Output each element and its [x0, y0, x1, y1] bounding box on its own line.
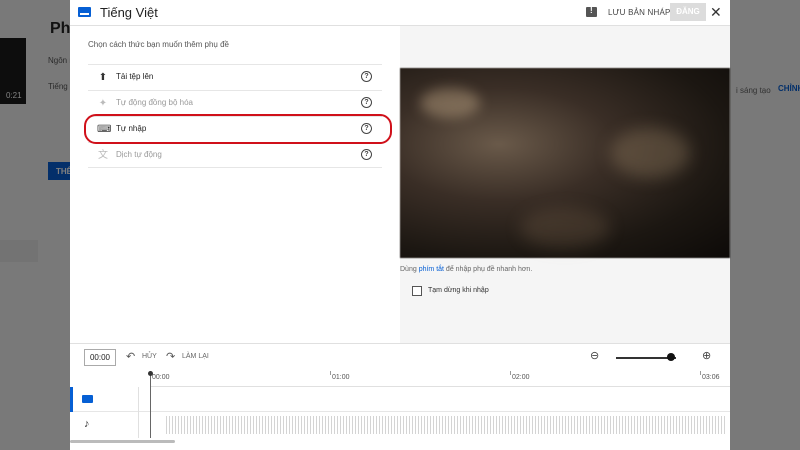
option-upload-file[interactable]: ⬆ Tải tệp lên ? — [88, 64, 382, 90]
timeline-tick: 03:06 — [700, 371, 720, 381]
video-blur — [610, 128, 690, 178]
dialog-title: Tiếng Việt — [100, 5, 158, 20]
current-time-input[interactable]: 00:00 — [84, 349, 116, 366]
close-icon[interactable]: ✕ — [710, 4, 722, 20]
method-prompt: Chọn cách thức bạn muốn thêm phụ đề — [88, 40, 229, 49]
undo-button[interactable]: HỦY — [142, 353, 157, 360]
video-preview[interactable] — [400, 68, 730, 258]
playhead[interactable] — [148, 371, 153, 438]
zoom-in-icon[interactable]: ⊕ — [702, 350, 711, 362]
option-auto-translate[interactable]: 文 Dịch tự động ? — [88, 142, 382, 168]
pause-checkbox[interactable] — [412, 286, 422, 296]
preview-panel: Dùng phím tắt để nhập phụ đề nhanh hơn. … — [400, 26, 730, 343]
help-icon[interactable]: ? — [361, 149, 372, 160]
audio-waveform — [166, 416, 726, 434]
auto-sync-icon: ✦ — [98, 98, 108, 109]
video-blur — [520, 208, 610, 248]
option-auto-sync[interactable]: ✦ Tự động đồng bộ hóa ? — [88, 90, 382, 116]
subtitles-icon — [78, 7, 91, 17]
editor-toolbar: 00:00 ↶ HỦY ↷ LÀM LẠI ⊖ ⊕ — [70, 343, 730, 371]
pause-label: Tạm dừng khi nhập — [428, 287, 489, 294]
method-panel: Chọn cách thức bạn muốn thêm phụ đề ⬆ Tả… — [70, 26, 400, 343]
timeline-tick: 01:00 — [330, 371, 350, 381]
subtitle-dialog: Tiếng Việt LƯU BẢN NHÁP ĐĂNG ✕ Chọn cách… — [70, 0, 730, 450]
option-label: Tải tệp lên — [116, 72, 154, 81]
help-icon[interactable]: ? — [361, 97, 372, 108]
timeline-ruler: 00:00 01:00 02:00 03:06 — [150, 371, 730, 387]
redo-icon[interactable]: ↷ — [166, 351, 175, 363]
upload-icon: ⬆ — [98, 72, 108, 83]
hint-suffix: để nhập phụ đề nhanh hơn. — [443, 266, 533, 273]
shortcuts-link[interactable]: phím tắt — [419, 266, 444, 273]
track-selected-indicator — [70, 387, 73, 412]
timeline-tick: 00:00 — [150, 371, 170, 381]
zoom-out-icon[interactable]: ⊖ — [590, 350, 599, 362]
dialog-header: Tiếng Việt LƯU BẢN NHÁP ĐĂNG ✕ — [70, 0, 730, 26]
save-draft-button[interactable]: LƯU BẢN NHÁP — [608, 8, 671, 17]
shortcut-hint: Dùng phím tắt để nhập phụ đề nhanh hơn. — [400, 266, 532, 273]
subtitles-icon — [82, 395, 93, 403]
option-label: Dịch tự động — [116, 150, 162, 159]
feedback-icon[interactable] — [586, 6, 597, 17]
publish-button[interactable]: ĐĂNG — [670, 3, 706, 21]
track-header-divider — [138, 387, 139, 438]
timeline-scrollbar[interactable] — [70, 440, 175, 443]
timeline-tick: 02:00 — [510, 371, 530, 381]
hint-prefix: Dùng — [400, 266, 419, 273]
undo-icon[interactable]: ↶ — [126, 351, 135, 363]
redo-button[interactable]: LÀM LẠI — [182, 353, 209, 360]
subtitle-track[interactable] — [70, 387, 730, 412]
option-label: Tự động đồng bộ hóa — [116, 98, 193, 107]
video-blur — [420, 88, 480, 118]
zoom-slider-handle[interactable] — [667, 353, 675, 361]
timeline: 00:00 01:00 02:00 03:06 ♪ — [70, 371, 730, 450]
translate-icon: 文 — [98, 150, 108, 161]
highlight-annotation — [84, 114, 392, 144]
help-icon[interactable]: ? — [361, 71, 372, 82]
music-note-icon: ♪ — [84, 418, 90, 430]
